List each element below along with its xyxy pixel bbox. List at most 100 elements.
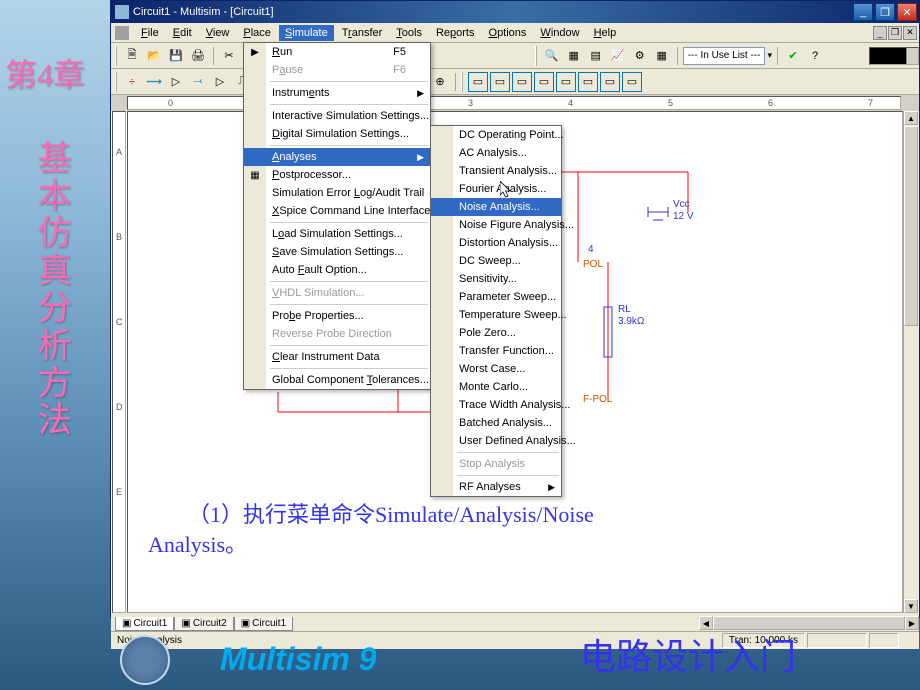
tb-help[interactable]: ? (805, 46, 825, 66)
analyses-item-12[interactable]: Transfer Function... (431, 342, 561, 360)
simulate-item-22[interactable]: Clear Instrument Data (244, 348, 430, 366)
simulate-item-6[interactable]: Digital Simulation Settings... (244, 125, 430, 143)
menu-simulate[interactable]: Simulate (279, 25, 334, 41)
run-switch[interactable] (869, 47, 919, 65)
cmp-v4[interactable]: ▭ (534, 72, 554, 92)
tb-check[interactable]: ✔ (783, 46, 803, 66)
minimize-button[interactable]: _ (853, 3, 873, 21)
analyses-item-8[interactable]: Sensitivity... (431, 270, 561, 288)
analyses-item-19: Stop Analysis (431, 455, 561, 473)
tab-circuit2[interactable]: ▣ Circuit2 (174, 617, 233, 631)
menu-options[interactable]: Options (483, 25, 533, 41)
cmp-v7[interactable]: ▭ (600, 72, 620, 92)
tb-print[interactable]: 🖨 (188, 46, 208, 66)
scroll-down-button[interactable]: ▼ (904, 599, 918, 613)
simulate-menu-dropdown: ▶RunF5PauseF6Instruments▶Interactive Sim… (243, 42, 431, 390)
cmp-source[interactable]: ÷ (122, 72, 142, 92)
scroll-right-button[interactable]: ▶ (905, 616, 919, 630)
cmp-v1[interactable]: ▭ (468, 72, 488, 92)
menu-file[interactable]: File (135, 25, 165, 41)
pol-label-2: F-POL (583, 394, 613, 405)
menu-place[interactable]: Place (237, 25, 277, 41)
in-use-list-combo[interactable]: --- In Use List --- (683, 47, 766, 65)
mdi-restore[interactable]: ❐ (888, 26, 902, 40)
tb-zoom[interactable]: 🔍 (542, 46, 562, 66)
simulate-item-19[interactable]: Probe Properties... (244, 307, 430, 325)
simulate-item-20: Reverse Probe Direction (244, 325, 430, 343)
maximize-button[interactable]: ❐ (875, 3, 895, 21)
tab-circuit1a[interactable]: ▣ Circuit1 (115, 617, 174, 631)
simulate-item-15[interactable]: Auto Fault Option... (244, 261, 430, 279)
cmp-v6[interactable]: ▭ (578, 72, 598, 92)
tb-breadb[interactable]: ▦ (652, 46, 672, 66)
analyses-item-10[interactable]: Temperature Sweep... (431, 306, 561, 324)
cmp-v2[interactable]: ▭ (490, 72, 510, 92)
menu-transfer[interactable]: Transfer (336, 25, 389, 41)
analyses-item-3[interactable]: Fourier Analysis... (431, 180, 561, 198)
tb-post[interactable]: ⚙ (630, 46, 650, 66)
scroll-thumb-v[interactable] (904, 126, 918, 326)
analyses-item-5[interactable]: Noise Figure Analysis... (431, 216, 561, 234)
menu-help[interactable]: Help (588, 25, 623, 41)
cmp-basic[interactable]: ⟿ (144, 72, 164, 92)
analyses-item-9[interactable]: Parameter Sweep... (431, 288, 561, 306)
analyses-item-0[interactable]: DC Operating Point... (431, 126, 561, 144)
cmp-analog[interactable]: ▷ (210, 72, 230, 92)
cmp-v3[interactable]: ▭ (512, 72, 532, 92)
menu-edit[interactable]: Edit (167, 25, 198, 41)
analyses-item-14[interactable]: Monte Carlo... (431, 378, 561, 396)
simulate-item-0[interactable]: ▶RunF5 (244, 43, 430, 61)
footer-title-multisim: Multisim 9 (220, 641, 376, 678)
cmp-transistor[interactable]: ⤙ (188, 72, 208, 92)
mdi-icon[interactable] (115, 26, 129, 40)
scrollbar-vertical[interactable]: ▲ ▼ (903, 111, 919, 613)
mdi-close[interactable]: ✕ (903, 26, 917, 40)
analyses-item-4[interactable]: Noise Analysis... (431, 198, 561, 216)
scroll-up-button[interactable]: ▲ (904, 111, 918, 125)
analyses-item-13[interactable]: Worst Case... (431, 360, 561, 378)
cmp-v5[interactable]: ▭ (556, 72, 576, 92)
analyses-item-11[interactable]: Pole Zero... (431, 324, 561, 342)
svg-text:3.9kΩ: 3.9kΩ (618, 316, 645, 327)
simulate-item-11[interactable]: XSpice Command Line Interface... (244, 202, 430, 220)
menu-tools[interactable]: Tools (390, 25, 428, 41)
simulate-item-9[interactable]: ▦Postprocessor... (244, 166, 430, 184)
simulate-item-14[interactable]: Save Simulation Settings... (244, 243, 430, 261)
titlebar: Circuit1 - Multisim - [Circuit1] _ ❐ ✕ (111, 1, 919, 23)
analyses-item-17[interactable]: User Defined Analysis... (431, 432, 561, 450)
cmp-diode[interactable]: ▷ (166, 72, 186, 92)
simulate-item-10[interactable]: Simulation Error Log/Audit Trail (244, 184, 430, 202)
instruction-line1: （1）执行菜单命令Simulate/Analysis/Noise (188, 497, 594, 529)
status-cell-3 (869, 633, 899, 648)
simulate-item-3[interactable]: Instruments▶ (244, 84, 430, 102)
simulate-item-13[interactable]: Load Simulation Settings... (244, 225, 430, 243)
chapter-label: 第4章 (5, 50, 85, 96)
tb-db[interactable]: ▦ (564, 46, 584, 66)
analyses-item-16[interactable]: Batched Analysis... (431, 414, 561, 432)
status-cell-2 (807, 633, 867, 648)
tb-list[interactable]: ▤ (586, 46, 606, 66)
menu-window[interactable]: Window (534, 25, 585, 41)
tb-save[interactable]: 💾 (166, 46, 186, 66)
simulate-item-8[interactable]: Analyses▶ (244, 148, 430, 166)
simulate-item-24[interactable]: Global Component Tolerances... (244, 371, 430, 389)
tb-cut[interactable]: ✂ (219, 46, 239, 66)
tb-graph[interactable]: 📈 (608, 46, 628, 66)
analyses-item-7[interactable]: DC Sweep... (431, 252, 561, 270)
analyses-item-15[interactable]: Trace Width Analysis... (431, 396, 561, 414)
analyses-item-6[interactable]: Distortion Analysis... (431, 234, 561, 252)
close-button[interactable]: ✕ (897, 3, 917, 21)
mdi-minimize[interactable]: _ (873, 26, 887, 40)
tb-open[interactable]: 📂 (144, 46, 164, 66)
analyses-item-2[interactable]: Transient Analysis... (431, 162, 561, 180)
cmp-v8[interactable]: ▭ (622, 72, 642, 92)
analyses-item-21[interactable]: RF Analyses▶ (431, 478, 561, 496)
cmp-em[interactable]: ⊕ (430, 72, 450, 92)
tab-circuit1b[interactable]: ▣ Circuit1 (234, 617, 293, 631)
document-tabs: ▣ Circuit1 ▣ Circuit2 ▣ Circuit1 ◀ ▶ (111, 613, 919, 631)
tb-new[interactable]: 🗎 (122, 46, 142, 66)
analyses-item-1[interactable]: AC Analysis... (431, 144, 561, 162)
menu-view[interactable]: View (200, 25, 236, 41)
simulate-item-5[interactable]: Interactive Simulation Settings... (244, 107, 430, 125)
menu-reports[interactable]: Reports (430, 25, 481, 41)
